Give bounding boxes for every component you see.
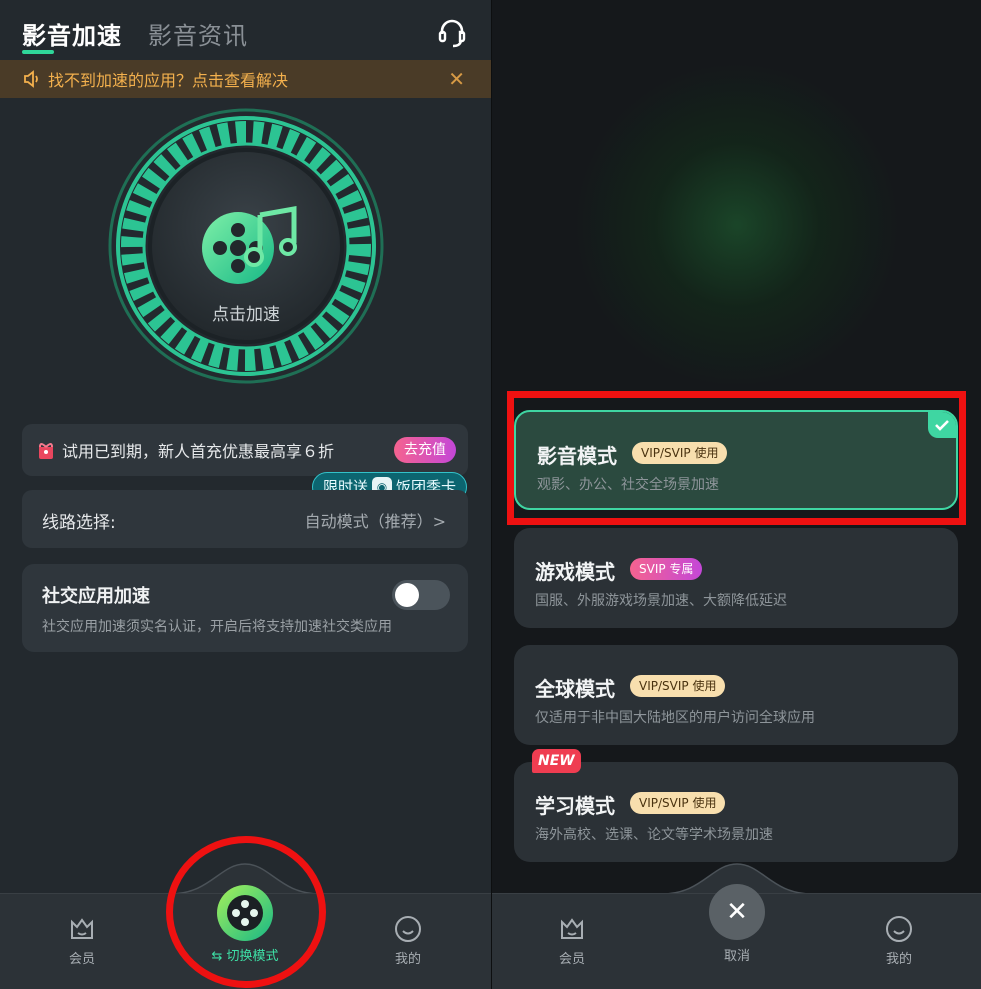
mode-desc: 国服、外服游戏场景加速、大额降低延迟	[535, 593, 787, 609]
nav-mine-label: 我的	[885, 952, 912, 967]
promo-bar[interactable]: 试用已到期，新人首充优惠最高享６折 去充值	[22, 424, 468, 476]
background-glow	[572, 60, 902, 390]
crown-icon	[71, 918, 93, 939]
nav-member[interactable]: 会员	[542, 914, 602, 967]
nav-member-label: 会员	[558, 952, 585, 967]
smile-icon	[886, 916, 912, 942]
nav-member-label: 会员	[68, 952, 95, 967]
nav-mine-label: 我的	[394, 952, 421, 967]
route-selector[interactable]: 线路选择: 自动模式（推荐）>	[22, 490, 468, 548]
close-icon[interactable]: ✕	[448, 67, 465, 91]
mode-desc: 海外高校、选课、论文等学术场景加速	[535, 827, 773, 843]
speedup-label[interactable]: 点击加速	[195, 300, 297, 325]
social-toggle[interactable]	[392, 580, 450, 610]
annotation-rectangle	[507, 391, 966, 525]
top-tabs: 影音加速 影音资讯	[22, 16, 248, 52]
mode-card-game[interactable]: 游戏模式 SVIP 专属 国服、外服游戏场景加速、大额降低延迟	[514, 528, 958, 628]
new-tag: NEW	[532, 749, 581, 773]
notice-text: 找不到加速的应用？点击查看解决	[48, 71, 289, 90]
annotation-circle	[166, 836, 326, 988]
smile-icon	[395, 916, 421, 942]
recharge-button[interactable]: 去充值	[394, 437, 456, 463]
mode-card-global[interactable]: 全球模式 VIP/SVIP 使用 仅适用于非中国大陆地区的用户访问全球应用	[514, 645, 958, 745]
social-desc: 社交应用加速须实名认证，开启后将支持加速社交类应用	[42, 619, 392, 635]
route-label: 线路选择:	[42, 513, 116, 533]
social-title: 社交应用加速	[42, 586, 150, 607]
nav-mine[interactable]: 我的	[378, 914, 438, 967]
mode-desc: 仅适用于非中国大陆地区的用户访问全球应用	[535, 710, 815, 726]
tab-news[interactable]: 影音资讯	[148, 16, 248, 52]
promo-text: 试用已到期，新人首充优惠最高享６折	[62, 442, 335, 461]
headset-icon[interactable]	[436, 16, 468, 48]
crown-icon	[561, 918, 583, 939]
social-speedup-card: 社交应用加速 社交应用加速须实名认证，开启后将支持加速社交类应用	[22, 564, 468, 652]
tab-speedup[interactable]: 影音加速	[22, 16, 122, 52]
cancel-button[interactable]: ✕	[709, 884, 765, 940]
cancel-label[interactable]: 取消	[705, 945, 769, 964]
nav-member[interactable]: 会员	[52, 914, 112, 967]
vip-badge: VIP/SVIP 使用	[630, 675, 726, 697]
route-value: 自动模式（推荐）>	[304, 512, 446, 531]
gift-icon	[39, 443, 53, 459]
mode-title: 全球模式	[535, 677, 615, 701]
svip-badge: SVIP 专属	[630, 558, 703, 580]
active-tab-indicator	[22, 50, 54, 54]
toggle-knob	[395, 583, 419, 607]
film-music-icon	[202, 206, 297, 284]
vip-badge: VIP/SVIP 使用	[630, 792, 726, 814]
mode-card-study[interactable]: 学习模式 VIP/SVIP 使用 海外高校、选课、论文等学术场景加速	[514, 762, 958, 862]
notice-bar[interactable]: 找不到加速的应用？点击查看解决 ✕	[0, 60, 491, 98]
mode-title: 学习模式	[535, 794, 615, 818]
mode-title: 游戏模式	[535, 560, 615, 584]
nav-mine[interactable]: 我的	[869, 914, 929, 967]
speaker-icon	[24, 70, 38, 88]
